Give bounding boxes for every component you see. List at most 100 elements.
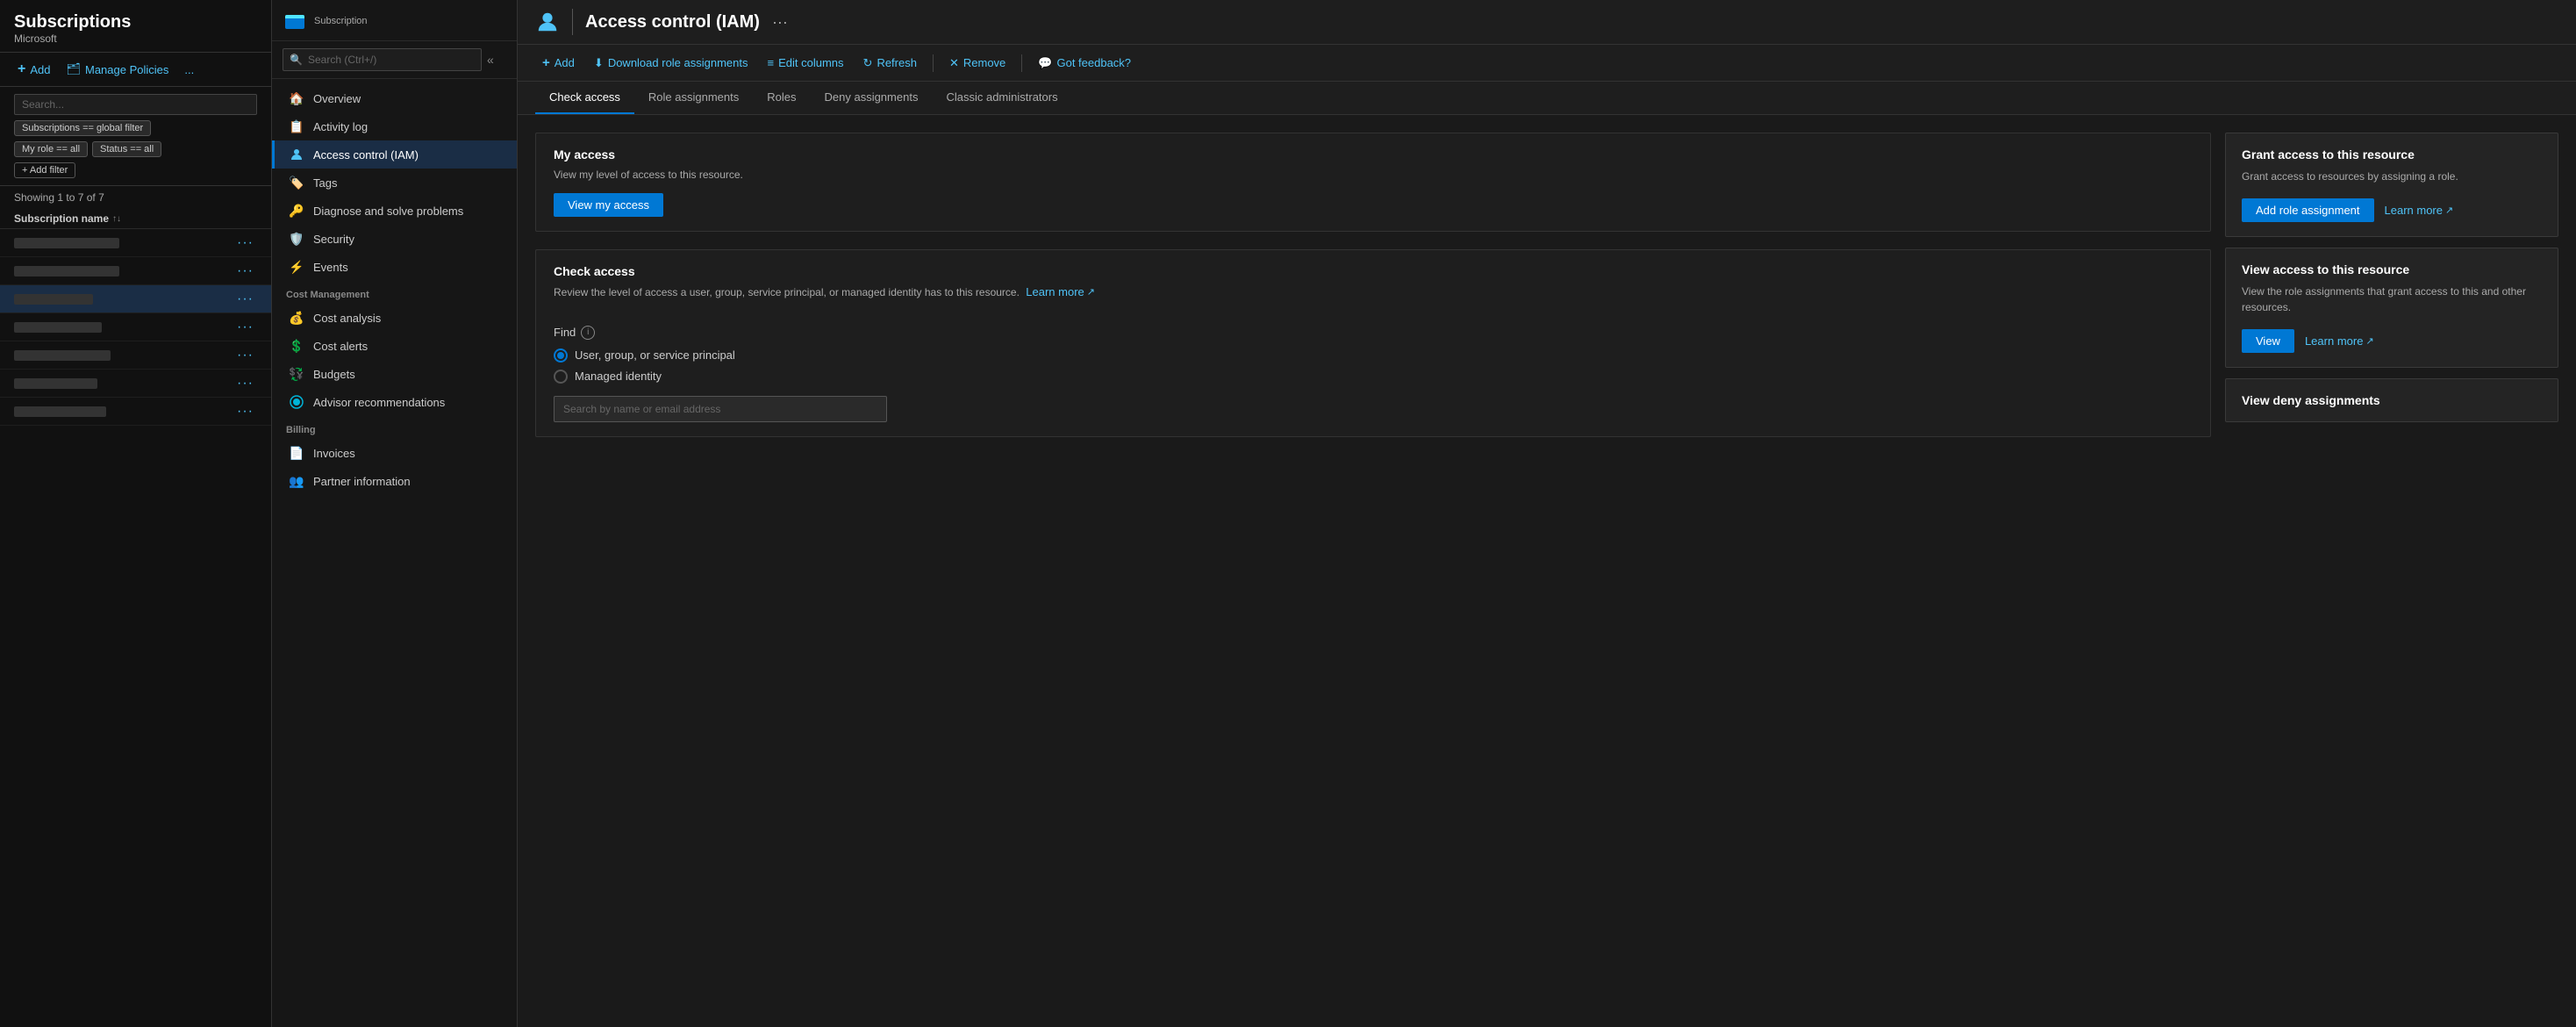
budgets-icon: 💱 (289, 366, 304, 382)
middle-search-bar: 🔍 « (272, 41, 517, 79)
toolbar-refresh-button[interactable]: ↻ Refresh (856, 53, 924, 74)
view-external-link-icon: ↗ (2365, 335, 2373, 347)
remove-icon: ✕ (949, 56, 959, 70)
sidebar-item-cost-alerts[interactable]: 💲 Cost alerts (272, 332, 517, 360)
toolbar-remove-button[interactable]: ✕ Remove (942, 53, 1013, 74)
sub-name (14, 350, 111, 361)
toolbar-edit-columns-button[interactable]: ≡ Edit columns (761, 53, 851, 73)
radio-user-group[interactable]: User, group, or service principal (554, 348, 2193, 363)
view-deny-title: View deny assignments (2242, 393, 2542, 407)
table-row[interactable]: ··· (0, 370, 271, 398)
advisor-icon (289, 394, 304, 410)
toolbar-download-button[interactable]: ⬇ Download role assignments (587, 53, 755, 74)
sidebar-item-partner[interactable]: 👥 Partner information (272, 467, 517, 495)
view-access-card: View access to this resource View the ro… (2225, 248, 2558, 368)
view-access-description: View the role assignments that grant acc… (2242, 284, 2542, 315)
header-divider (572, 9, 573, 35)
row-more-button[interactable]: ··· (233, 377, 257, 391)
row-more-button[interactable]: ··· (233, 292, 257, 306)
nav-search-input[interactable] (283, 48, 482, 71)
azure-subscription-icon (283, 9, 307, 33)
row-more-button[interactable]: ··· (233, 348, 257, 363)
radio-circle-unchecked (554, 370, 568, 384)
sidebar-item-security[interactable]: 🛡️ Security (272, 225, 517, 253)
check-access-search-input[interactable] (554, 396, 887, 422)
view-access-learn-more-link[interactable]: Learn more ↗ (2305, 334, 2374, 348)
filter-chips: Subscriptions == global filter (14, 120, 257, 136)
more-options-button[interactable]: ... (181, 61, 197, 78)
status-filter-chip[interactable]: Status == all (92, 141, 161, 157)
tab-bar: Check access Role assignments Roles Deny… (518, 82, 2576, 115)
tab-role-assignments[interactable]: Role assignments (634, 82, 753, 114)
access-control-icon (289, 147, 304, 162)
sidebar-item-invoices[interactable]: 📄 Invoices (272, 439, 517, 467)
sidebar-item-budgets[interactable]: 💱 Budgets (272, 360, 517, 388)
sidebar-item-advisor[interactable]: Advisor recommendations (272, 388, 517, 416)
left-search-input[interactable] (14, 94, 257, 115)
tab-classic-admins[interactable]: Classic administrators (932, 82, 1071, 114)
find-info-icon[interactable]: i (581, 326, 595, 340)
tab-deny-assignments[interactable]: Deny assignments (811, 82, 933, 114)
grant-external-link-icon: ↗ (2445, 205, 2453, 216)
activity-log-icon: 📋 (289, 118, 304, 134)
add-button[interactable]: + Add (14, 60, 54, 79)
grant-access-learn-more-link[interactable]: Learn more ↗ (2385, 204, 2454, 217)
sidebar-item-access-control[interactable]: Access control (IAM) (272, 140, 517, 169)
radio-group: User, group, or service principal Manage… (554, 348, 2193, 384)
table-row[interactable]: ··· (0, 313, 271, 341)
sidebar-item-overview[interactable]: 🏠 Overview (272, 84, 517, 112)
my-access-card: My access View my level of access to thi… (535, 133, 2211, 232)
toolbar-add-button[interactable]: + Add (535, 52, 582, 74)
header-more-button[interactable]: ··· (772, 13, 788, 32)
sub-name (14, 406, 106, 417)
sidebar-item-tags[interactable]: 🏷️ Tags (272, 169, 517, 197)
sidebar-item-diagnose[interactable]: 🔑 Diagnose and solve problems (272, 197, 517, 225)
sidebar-item-events[interactable]: ⚡ Events (272, 253, 517, 281)
add-filter-button[interactable]: + Add filter (14, 162, 75, 178)
view-my-access-button[interactable]: View my access (554, 193, 663, 217)
tab-check-access[interactable]: Check access (535, 82, 634, 114)
sidebar-item-cost-analysis[interactable]: 💰 Cost analysis (272, 304, 517, 332)
row-more-button[interactable]: ··· (233, 405, 257, 419)
cost-management-section-header: Cost Management (272, 281, 517, 304)
tab-roles[interactable]: Roles (753, 82, 810, 114)
middle-panel: Subscription 🔍 « 🏠 Overview 📋 Activity l… (272, 0, 518, 1027)
add-role-assignment-button[interactable]: Add role assignment (2242, 198, 2374, 222)
refresh-icon: ↻ (863, 56, 873, 70)
my-access-title: My access (554, 147, 2193, 162)
tags-icon: 🏷️ (289, 175, 304, 190)
row-more-button[interactable]: ··· (233, 264, 257, 278)
table-row[interactable]: ··· (0, 257, 271, 285)
row-more-button[interactable]: ··· (233, 236, 257, 250)
download-icon: ⬇ (594, 56, 604, 70)
columns-icon: ≡ (768, 56, 775, 69)
table-row[interactable]: ··· (0, 398, 271, 426)
cost-alerts-icon: 💲 (289, 338, 304, 354)
check-access-card-body: Check access Review the level of access … (536, 250, 2210, 326)
row-more-button[interactable]: ··· (233, 320, 257, 334)
collapse-panel-button[interactable]: « (487, 53, 494, 67)
global-filter-chip[interactable]: Subscriptions == global filter (14, 120, 151, 136)
table-row[interactable]: ··· (0, 285, 271, 313)
feedback-icon: 💬 (1038, 56, 1052, 70)
sort-arrows-icon[interactable]: ↑↓ (112, 214, 121, 224)
role-filter-chip[interactable]: My role == all (14, 141, 88, 157)
toolbar-feedback-button[interactable]: 💬 Got feedback? (1031, 53, 1138, 74)
right-content-section: Grant access to this resource Grant acce… (2225, 133, 2558, 1009)
cost-analysis-icon: 💰 (289, 310, 304, 326)
main-toolbar: + Add ⬇ Download role assignments ≡ Edit… (518, 45, 2576, 82)
check-access-learn-more-link[interactable]: Learn more ↗ (1026, 284, 1095, 301)
sidebar-item-activity-log[interactable]: 📋 Activity log (272, 112, 517, 140)
my-access-description: View my level of access to this resource… (554, 167, 2193, 183)
left-panel: Subscriptions Microsoft + Add 🗂 Manage P… (0, 0, 272, 1027)
main-body: My access View my level of access to thi… (518, 115, 2576, 1027)
view-access-button[interactable]: View (2242, 329, 2294, 353)
manage-policies-button[interactable]: 🗂 Manage Policies (62, 61, 172, 78)
grant-access-description: Grant access to resources by assigning a… (2242, 169, 2542, 184)
table-row[interactable]: ··· (0, 341, 271, 370)
plus-icon: + (18, 61, 25, 77)
radio-managed-identity[interactable]: Managed identity (554, 370, 2193, 384)
view-access-footer: View Learn more ↗ (2242, 329, 2542, 353)
radio-circle-checked (554, 348, 568, 363)
table-row[interactable]: ··· (0, 229, 271, 257)
